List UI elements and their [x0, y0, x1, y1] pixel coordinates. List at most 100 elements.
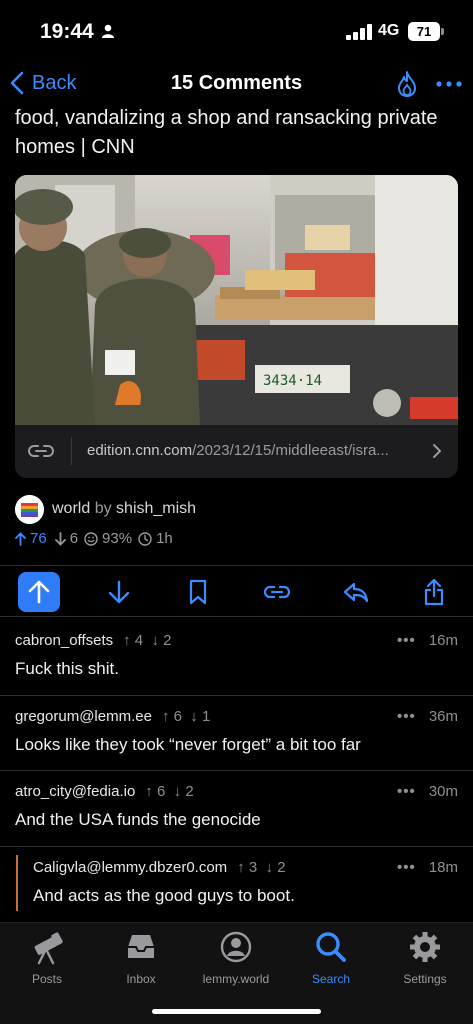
comment-author[interactable]: Caligvla@lemmy.dbzer0.com [33, 859, 227, 876]
arrow-up-icon [28, 580, 50, 604]
battery-cap [441, 28, 444, 35]
comment-downvotes: 2 [185, 783, 194, 800]
reply-button[interactable] [335, 572, 377, 612]
comment-body: Looks like they took “never forget” a bi… [15, 735, 361, 754]
status-bar: 19:44 4G 71 [0, 0, 473, 62]
link-host: edition.cnn.com [87, 442, 193, 459]
bookmark-icon [189, 579, 207, 605]
upvote-ratio: 93% [102, 530, 133, 547]
comment-divider [0, 770, 473, 771]
cellular-signal-icon [346, 24, 372, 40]
share-icon [424, 578, 444, 606]
post-title: food, vandalizing a shop and ransacking … [15, 107, 438, 158]
community-name[interactable]: world [52, 500, 90, 517]
comment-body: And acts as the good guys to boot. [33, 886, 295, 905]
link-path: /2023/12/15/middleeast/isra... [192, 442, 389, 459]
comment-body: And the USA funds the genocide [15, 810, 261, 829]
post-action-bar [0, 565, 473, 617]
tab-inbox[interactable]: Inbox [94, 929, 188, 986]
upvote-button[interactable] [18, 572, 60, 612]
comment-author[interactable]: cabron_offsets [15, 632, 113, 649]
comment-age: 30m [428, 783, 458, 800]
link-url: edition.cnn.com/2023/12/15/middleeast/is… [87, 442, 389, 459]
home-indicator [152, 1009, 321, 1014]
reply-icon [343, 582, 369, 603]
share-link-button[interactable] [256, 572, 298, 612]
comment-votes: ↑ 4 ↓ 2 [123, 632, 172, 649]
comment-divider [0, 695, 473, 696]
link-divider [71, 437, 72, 465]
comment-downvotes: 2 [277, 859, 286, 876]
navigation-bar: Back 15 Comments [0, 62, 473, 106]
tab-label: Posts [31, 972, 62, 986]
battery-icon: 71 [408, 22, 440, 41]
comment-more-button[interactable]: ••• [397, 783, 416, 800]
tab-settings[interactable]: Settings [378, 929, 472, 986]
link-url-row[interactable]: edition.cnn.com/2023/12/15/middleeast/is… [15, 425, 458, 478]
more-options-icon[interactable] [436, 70, 462, 98]
chevron-right-icon [433, 444, 441, 458]
link-icon [28, 445, 54, 457]
by-label: by [94, 500, 112, 517]
thread-rail [16, 855, 18, 911]
inbox-tray-icon [128, 935, 154, 958]
comment-body: Fuck this shit. [15, 659, 119, 678]
comment-votes: ↑ 3 ↓ 2 [237, 859, 286, 876]
comment-more-button[interactable]: ••• [397, 708, 416, 725]
comment-meta: atro_city@fedia.io ↑ 6 ↓ 2 [15, 783, 194, 800]
post-age: 1h [156, 530, 173, 547]
tab-label: Settings [403, 972, 447, 986]
link-icon [263, 585, 291, 599]
comment-upvotes: 6 [156, 783, 166, 800]
comment-age: 16m [428, 632, 458, 649]
upvote-count: 76 [30, 530, 47, 547]
post-thumbnail-image[interactable]: 3434·14 [15, 175, 458, 425]
comment-upvotes: 6 [173, 708, 182, 725]
community-row[interactable]: world by shish_mish [15, 494, 196, 524]
tab-label: Search [311, 972, 351, 986]
share-button[interactable] [413, 572, 455, 612]
comment-more-button[interactable]: ••• [397, 632, 416, 649]
post-stats: 76 6 93% 1h [15, 530, 173, 547]
search-icon [316, 932, 346, 962]
downvote-count: 6 [69, 530, 79, 547]
comment-author[interactable]: atro_city@fedia.io [15, 783, 135, 800]
gear-icon [410, 932, 440, 962]
comment-divider [0, 846, 473, 847]
comment-meta: cabron_offsets ↑ 4 ↓ 2 [15, 632, 172, 649]
arrow-down-icon [108, 580, 130, 604]
tab-label: Inbox [126, 972, 156, 986]
comment-votes: ↑ 6 ↓ 2 [145, 783, 194, 800]
comment-downvotes: 2 [163, 632, 172, 649]
tab-label: lemmy.world [202, 972, 270, 986]
downvote-button[interactable] [98, 572, 140, 612]
comment-upvotes: 3 [248, 859, 258, 876]
arrow-up-icon [15, 531, 26, 546]
comment-votes: ↑ 6 ↓ 1 [161, 708, 211, 725]
comment-meta: Caligvla@lemmy.dbzer0.com ↑ 3 ↓ 2 [33, 859, 286, 876]
bookmark-button[interactable] [177, 572, 219, 612]
link-preview-card[interactable]: 3434·14 edition.cnn.com/2023/12/15/middl… [15, 175, 458, 478]
comment-meta: gregorum@lemm.ee ↑ 6 ↓ 1 [15, 708, 210, 725]
community-avatar [15, 494, 44, 524]
flame-icon[interactable] [396, 70, 418, 98]
smiley-icon [84, 531, 98, 546]
telescope-icon [34, 932, 63, 965]
clock-icon [138, 531, 152, 546]
person-icon [102, 24, 114, 38]
svg-text:3434·14: 3434·14 [263, 373, 322, 389]
comment-age: 36m [428, 708, 458, 725]
comment-more-button[interactable]: ••• [397, 859, 416, 876]
post-author[interactable]: shish_mish [116, 500, 196, 517]
tab-posts[interactable]: Posts [0, 929, 94, 986]
tab-search[interactable]: Search [284, 929, 378, 986]
arrow-down-icon [54, 531, 66, 546]
comment-age: 18m [428, 859, 458, 876]
comment-downvotes: 1 [201, 708, 211, 725]
comment-upvotes: 4 [134, 632, 144, 649]
status-time: 19:44 [40, 20, 94, 43]
comment-author[interactable]: gregorum@lemm.ee [15, 708, 152, 725]
profile-icon [220, 931, 252, 963]
tab-profile[interactable]: lemmy.world [189, 929, 283, 986]
community-line: world by shish_mish [52, 500, 196, 518]
